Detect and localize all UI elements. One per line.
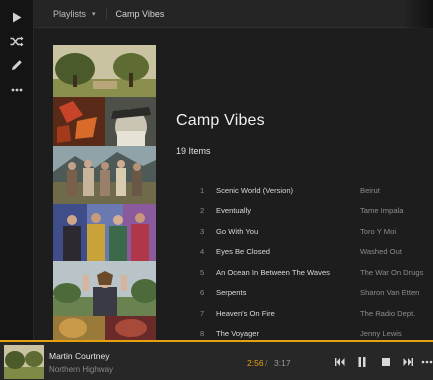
track-artist[interactable]: Toro Y Moi (360, 227, 396, 236)
now-playing-art[interactable] (4, 345, 44, 379)
track-row[interactable]: 4 Eyes Be Closed Washed Out (200, 242, 433, 263)
elapsed-time: 2:56 (247, 358, 264, 368)
play-button[interactable] (0, 5, 34, 29)
album-art (53, 45, 156, 97)
track-artist[interactable]: Beirut (360, 186, 380, 195)
stop-icon (382, 358, 390, 366)
track-title[interactable]: Eventually (216, 206, 360, 215)
pause-button[interactable] (355, 355, 369, 369)
track-row[interactable]: 8 The Voyager Jenny Lewis (200, 324, 433, 341)
track-number: 7 (200, 308, 205, 318)
track-row[interactable]: 6 Serpents Sharon Van Etten (200, 283, 433, 304)
album-art (53, 261, 156, 316)
shuffle-icon (10, 36, 24, 46)
playlist-title: Camp Vibes (176, 112, 265, 129)
track-title[interactable]: An Ocean In Between The Waves (216, 268, 360, 277)
track-number: 2 (200, 206, 205, 216)
playlist-artwork-collage[interactable] (53, 45, 156, 340)
track-row[interactable]: 3 Go With You Toro Y Moi (200, 221, 433, 242)
track-number: 6 (200, 288, 205, 298)
track-title[interactable]: Go With You (216, 227, 360, 236)
more-icon (11, 88, 23, 92)
track-row[interactable]: 7 Heaven's On Fire The Radio Dept. (200, 303, 433, 324)
track-artist[interactable]: The War On Drugs (360, 268, 423, 277)
track-artist[interactable]: Jenny Lewis (360, 329, 402, 338)
time-separator: / (265, 358, 268, 368)
next-button[interactable] (401, 355, 415, 369)
left-toolbar (0, 0, 34, 340)
playlist-view: Camp Vibes 19 Items 1 Scenic World (Versi… (34, 29, 433, 340)
previous-icon (335, 358, 345, 366)
previous-button[interactable] (333, 355, 347, 369)
album-art (53, 204, 156, 261)
topbar-edge-shadow (403, 0, 433, 28)
track-artist[interactable]: The Radio Dept. (360, 309, 415, 318)
player-more-button[interactable] (421, 355, 433, 369)
track-row[interactable]: 5 An Ocean In Between The Waves The War On… (200, 262, 433, 283)
more-button[interactable] (0, 78, 34, 102)
track-title[interactable]: Serpents (216, 288, 360, 297)
track-title[interactable]: The Voyager (216, 329, 360, 338)
play-icon (13, 12, 22, 22)
album-art (53, 97, 156, 146)
stop-button[interactable] (379, 355, 393, 369)
track-number: 3 (200, 226, 205, 236)
shuffle-button[interactable] (0, 29, 34, 53)
breadcrumb-current: Camp Vibes (115, 8, 165, 19)
player-bar: Martin Courtney Northern Highway 2:56 / … (0, 340, 433, 380)
breadcrumb-playlists[interactable]: Playlists (53, 9, 86, 19)
item-count: 19 Items (176, 146, 211, 156)
track-duration: 3:17 (274, 358, 291, 368)
top-bar: Playlists ▾ Camp Vibes (34, 0, 433, 28)
track-row[interactable]: 1 Scenic World (Version) Beirut (200, 180, 433, 201)
track-artist[interactable]: Sharon Van Etten (360, 288, 419, 297)
track-list: 1 Scenic World (Version) Beirut 2 Eventually… (200, 180, 433, 340)
track-title[interactable]: Heaven's On Fire (216, 309, 360, 318)
track-number: 8 (200, 329, 205, 339)
track-number: 1 (200, 185, 205, 195)
track-number: 5 (200, 267, 205, 277)
more-icon (421, 360, 433, 364)
track-row[interactable]: 2 Eventually Tame Impala (200, 201, 433, 222)
chevron-down-icon[interactable]: ▾ (92, 10, 96, 18)
album-art (53, 316, 156, 340)
track-artist[interactable]: Washed Out (360, 247, 402, 256)
now-playing-album[interactable]: Northern Highway (49, 365, 113, 374)
album-art (53, 146, 156, 204)
track-title[interactable]: Eyes Be Closed (216, 247, 360, 256)
now-playing-title[interactable]: Martin Courtney (49, 351, 109, 361)
track-title[interactable]: Scenic World (Version) (216, 186, 360, 195)
next-icon (403, 358, 413, 366)
track-number: 4 (200, 247, 205, 257)
pencil-icon (12, 60, 22, 70)
breadcrumb-divider (105, 7, 107, 20)
track-artist[interactable]: Tame Impala (360, 206, 403, 215)
edit-button[interactable] (0, 53, 34, 77)
pause-icon (358, 357, 366, 367)
